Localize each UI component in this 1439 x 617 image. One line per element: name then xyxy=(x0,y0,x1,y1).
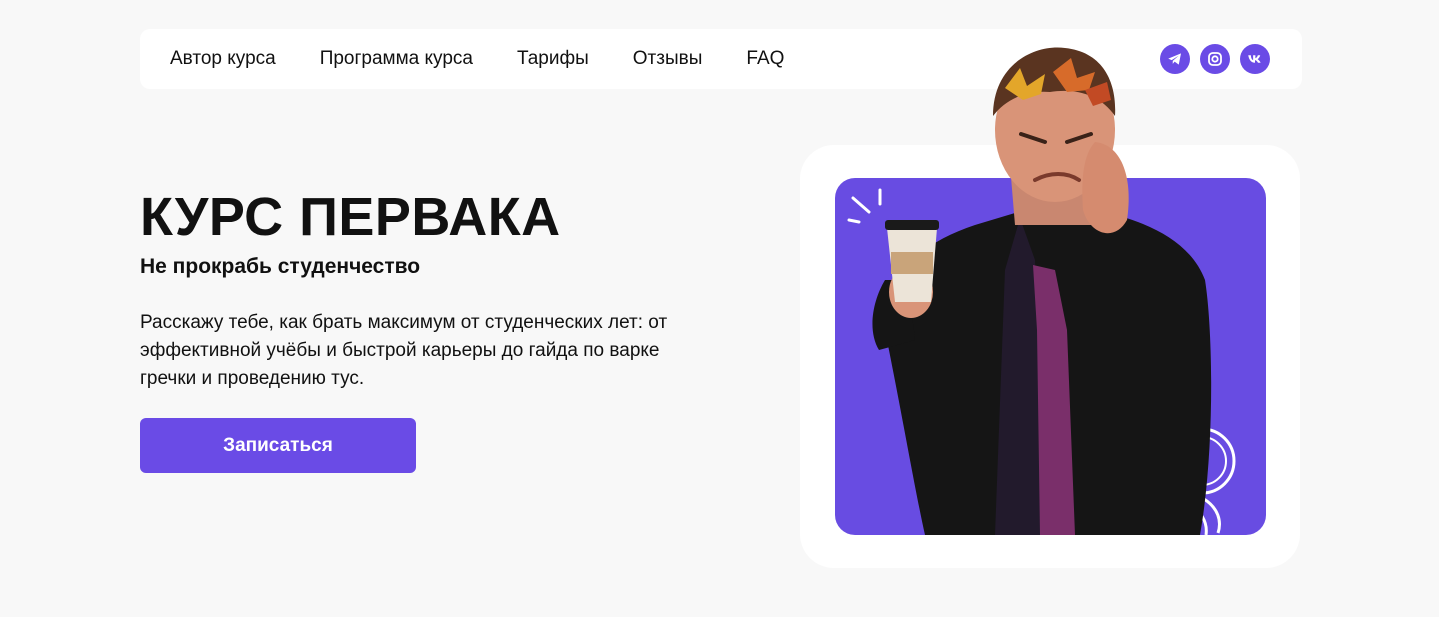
nav-link-pricing[interactable]: Тарифы xyxy=(517,48,589,70)
nav-link-faq[interactable]: FAQ xyxy=(746,48,784,70)
nav-link-program[interactable]: Программа курса xyxy=(320,48,473,70)
signup-button[interactable]: Записаться xyxy=(140,418,416,473)
nav-links: Автор курса Программа курса Тарифы Отзыв… xyxy=(170,29,828,89)
nav-link-author[interactable]: Автор курса xyxy=(170,48,276,70)
vk-icon xyxy=(1248,55,1261,63)
hero-subtitle: Не прокрабь студенчество xyxy=(140,255,421,278)
hero-description: Расскажу тебе, как брать максимум от сту… xyxy=(140,312,668,389)
hero-title: КУРС ПЕРВАКА xyxy=(140,187,561,247)
nav-link-reviews[interactable]: Отзывы xyxy=(633,48,703,70)
author-photo xyxy=(872,47,1212,535)
